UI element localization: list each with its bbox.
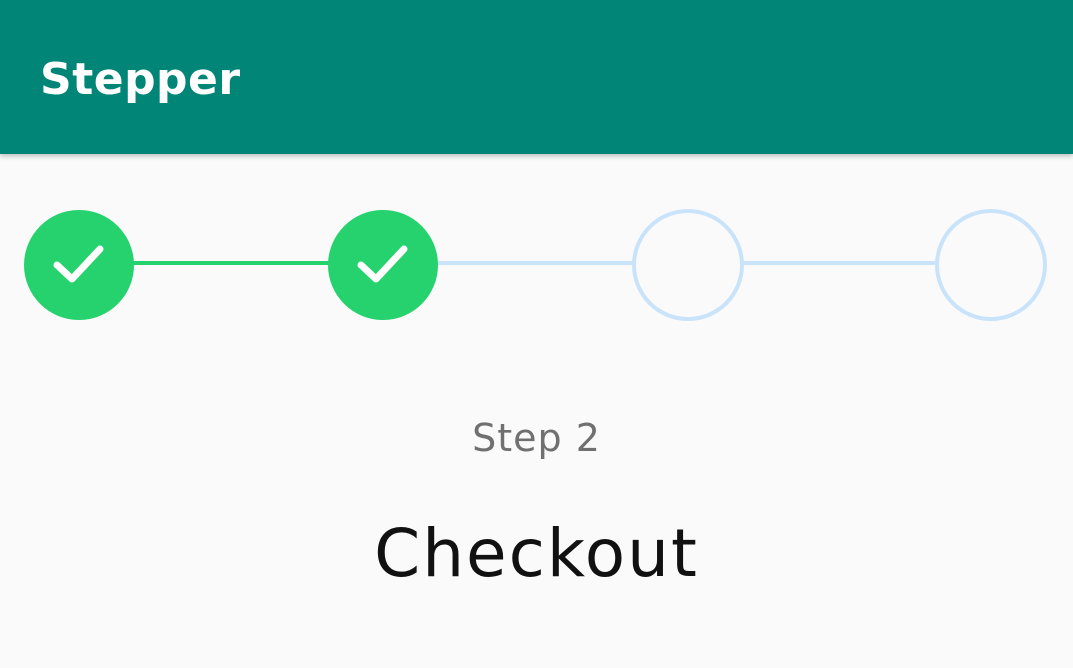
step-1-indicator[interactable]	[24, 210, 134, 320]
step-title: Checkout	[374, 515, 699, 592]
step-4-indicator[interactable]	[935, 209, 1047, 321]
step-2-indicator[interactable]	[328, 210, 438, 320]
check-icon	[357, 245, 408, 283]
stepper	[0, 154, 1073, 374]
step-3-indicator[interactable]	[632, 209, 744, 321]
check-icon	[53, 245, 104, 283]
step-number-label: Step 2	[472, 416, 601, 460]
app-bar: Stepper	[0, 0, 1073, 154]
app-title: Stepper	[40, 54, 241, 105]
